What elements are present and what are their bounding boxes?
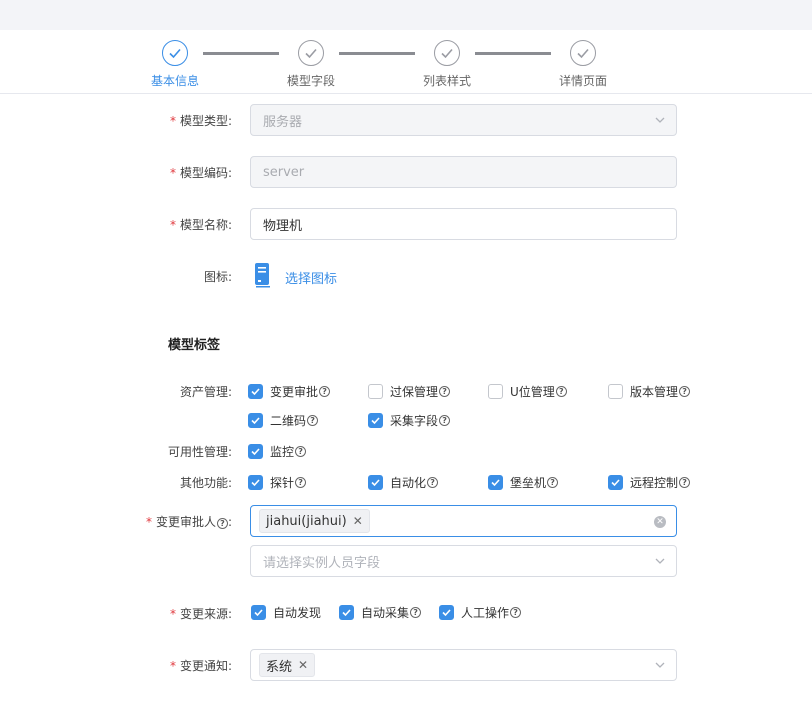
help-icon: ? — [547, 477, 559, 488]
chevron-down-icon — [654, 555, 666, 567]
checkbox-u-position[interactable]: U位管理? — [488, 383, 567, 400]
step-label: 模型字段 — [286, 74, 335, 88]
help-icon: ? — [439, 386, 451, 397]
help-icon: ? — [439, 415, 451, 426]
checkbox-collect-fields[interactable]: 采集字段? — [368, 412, 451, 429]
server-icon[interactable] — [254, 262, 272, 288]
model-code-value: server — [263, 164, 305, 180]
check-icon — [298, 40, 324, 66]
step-label: 详情页面 — [558, 74, 607, 88]
model-tags-title: 模型标签 — [168, 338, 221, 353]
model-type-label: * 模型类型: — [169, 114, 232, 128]
top-bar — [0, 0, 812, 30]
checkbox-automation[interactable]: 自动化? — [368, 474, 439, 491]
checkbox-qrcode[interactable]: 二维码? — [248, 412, 319, 429]
notify-tag[interactable]: 系统 ✕ — [259, 653, 316, 677]
help-icon: ? — [307, 415, 319, 426]
check-icon — [162, 40, 188, 66]
approver-label: * 变更审批人?: — [145, 515, 232, 529]
checkbox-bastion[interactable]: 堡垒机? — [488, 474, 559, 491]
checkbox-warranty[interactable]: 过保管理? — [368, 383, 451, 400]
checkbox-change-approval[interactable]: 变更审批? — [248, 383, 331, 400]
model-type-select[interactable]: 服务器 — [250, 104, 677, 136]
help-icon: ? — [555, 386, 567, 397]
select-icon-link[interactable]: 选择图标 — [285, 268, 337, 287]
chevron-down-icon — [654, 659, 666, 671]
checkbox-remote-control[interactable]: 远程控制? — [608, 474, 691, 491]
help-icon: ? — [410, 607, 422, 618]
check-icon — [570, 40, 596, 66]
change-notify-select[interactable]: 系统 ✕ — [250, 649, 677, 681]
step-detail-page[interactable]: 详情页面 — [538, 40, 628, 89]
help-icon: ? — [510, 607, 522, 618]
approver-select[interactable]: jiahui(jiahui) ✕ ✕ — [250, 505, 677, 537]
checkbox-auto-discover[interactable]: 自动发现 — [251, 604, 321, 621]
close-icon[interactable]: ✕ — [353, 514, 363, 528]
change-source-label: * 变更来源: — [169, 607, 232, 621]
help-icon: ? — [679, 386, 691, 397]
help-icon: ? — [216, 518, 228, 529]
help-icon: ? — [295, 446, 307, 457]
model-name-input[interactable]: 物理机 — [250, 208, 677, 240]
help-icon: ? — [319, 386, 331, 397]
help-icon: ? — [295, 477, 307, 488]
checkbox-auto-collect[interactable]: 自动采集? — [339, 604, 422, 621]
other-features-label: 其他功能: — [179, 476, 232, 490]
check-icon — [434, 40, 460, 66]
model-name-label: * 模型名称: — [169, 218, 232, 232]
help-icon: ? — [427, 477, 439, 488]
model-type-value: 服务器 — [263, 114, 303, 130]
step-list-style[interactable]: 列表样式 — [402, 40, 492, 89]
icon-label: 图标: — [203, 270, 232, 284]
help-icon: ? — [679, 477, 691, 488]
close-icon[interactable]: ✕ — [298, 658, 308, 672]
step-label: 基本信息 — [150, 74, 199, 88]
checkbox-manual[interactable]: 人工操作? — [439, 604, 522, 621]
approver-tag[interactable]: jiahui(jiahui) ✕ — [259, 509, 370, 533]
step-model-fields[interactable]: 模型字段 — [266, 40, 356, 89]
model-code-input[interactable]: server — [250, 156, 677, 188]
model-code-label: * 模型编码: — [169, 166, 232, 180]
availability-label: 可用性管理: — [167, 445, 232, 459]
clear-icon[interactable]: ✕ — [654, 516, 666, 528]
checkbox-monitor[interactable]: 监控? — [248, 443, 307, 460]
checkbox-probe[interactable]: 探针? — [248, 474, 307, 491]
step-label: 列表样式 — [422, 74, 471, 88]
change-notify-label: * 变更通知: — [169, 659, 232, 673]
asset-mgmt-label: 资产管理: — [179, 385, 232, 399]
checkbox-version[interactable]: 版本管理? — [608, 383, 691, 400]
step-basic-info[interactable]: 基本信息 — [130, 40, 220, 89]
instance-person-field-select[interactable]: 请选择实例人员字段 — [250, 545, 677, 577]
chevron-down-icon — [654, 114, 666, 126]
stepper: 基本信息 模型字段 列表样式 详情页面 — [0, 30, 812, 94]
model-name-value: 物理机 — [263, 218, 303, 234]
